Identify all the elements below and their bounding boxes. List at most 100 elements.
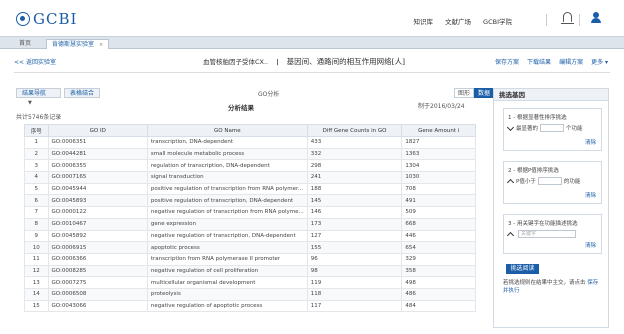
table-row[interactable]: 4 GO:0007165 signal transduction 241 1030 xyxy=(24,171,476,184)
result-nav-dropdown[interactable]: 结果导航 ▼ xyxy=(16,88,61,106)
table-row[interactable]: 10 GO:0006915 apoptotic process 155 654 xyxy=(24,241,476,254)
gcbi-logo[interactable]: GCBI xyxy=(16,10,77,28)
clear-filter-2-link[interactable]: 清除 xyxy=(585,191,596,199)
cell-diff-gene-count: 298 xyxy=(306,159,403,173)
results-table-button[interactable]: 表格结合 xyxy=(64,88,101,98)
keyword-input[interactable]: 关键字 xyxy=(518,230,576,238)
cell-go-name: small molecule metabolic process xyxy=(146,147,308,161)
cell-diff-gene-count: 173 xyxy=(306,217,403,231)
col-header-go-id[interactable]: GO ID xyxy=(47,124,148,137)
top-n-input[interactable] xyxy=(540,124,565,132)
cell-go-id: GO:0007275 xyxy=(47,276,148,289)
table-row[interactable]: 1 GO:0006351 transcription, DNA-dependent 4… xyxy=(24,136,476,149)
col-header-gene-amount[interactable]: Gene Amount i xyxy=(401,124,476,137)
nav-gcbi-academy[interactable]: GCBI学院 xyxy=(483,16,512,26)
col-header-index[interactable]: 序号 xyxy=(24,124,49,137)
table-row[interactable]: 9 GO:0045892 negative regulation of transc… xyxy=(24,229,476,243)
filter-3-title: 3 - 用关键字在功能描述挑选 xyxy=(508,221,578,227)
cell-go-id: GO:0006355 xyxy=(47,159,148,173)
cell-index: 5 xyxy=(24,182,49,196)
cell-go-name: regulation of transcription, DNA-depende… xyxy=(146,159,308,173)
gene-filter-panel: 挑选基因 1 - 根据显著性排序挑选 最显著的 个功能 清除 2 - 根据P值排… xyxy=(493,88,609,328)
back-to-lab-link[interactable]: << 返回实验室 xyxy=(14,57,56,66)
made-date: 制于2016/03/24 xyxy=(418,103,465,110)
logo-icon xyxy=(16,12,30,26)
table-row[interactable]: 13 GO:0007275 multicellular organismal dev… xyxy=(24,276,476,289)
filter-1-suffix: 个功能 xyxy=(566,126,583,132)
cell-index: 2 xyxy=(24,147,49,161)
cell-index: 6 xyxy=(24,194,49,208)
title-separator: | xyxy=(276,58,279,66)
cell-go-name: transcription from RNA polymerase II pro… xyxy=(146,252,308,266)
clear-filter-3-link[interactable]: 清除 xyxy=(585,241,596,249)
cell-diff-gene-count: 145 xyxy=(306,194,403,208)
result-nav-label: 结果导航 xyxy=(22,90,47,97)
table-row[interactable]: 11 GO:0006366 transcription from RNA polym… xyxy=(24,252,476,266)
edit-plan-link[interactable]: 编辑方案 xyxy=(559,57,583,66)
table-row[interactable]: 3 GO:0006355 regulation of transcription, … xyxy=(24,159,476,173)
cell-go-name: positive regulation of transcription fro… xyxy=(146,182,308,196)
filter-hint: 若挑选规则在结果中主交，请点击 保存并执行 xyxy=(503,279,603,295)
chart-view-button[interactable]: 图形 xyxy=(454,88,475,98)
table-row[interactable]: 14 GO:0006508 proteolysis 118 486 xyxy=(24,287,476,301)
cell-go-name: gene expression xyxy=(146,217,308,231)
cell-go-name: multicellular organismal development xyxy=(146,276,308,289)
table-row[interactable]: 7 GO:0000122 negative regulation of transc… xyxy=(24,206,476,219)
data-view-button[interactable]: 数据 xyxy=(474,88,495,98)
filter-by-pvalue: 2 - 根据P值排序挑选 P值小于 的功能 清除 xyxy=(503,161,602,204)
table-body: 1 GO:0006351 transcription, DNA-dependent 4… xyxy=(24,136,476,313)
user-icon[interactable] xyxy=(590,12,602,24)
cell-diff-gene-count: 119 xyxy=(306,276,403,289)
result-controls: 结果导航 ▼ 表格结合 xyxy=(16,88,103,106)
filter-by-significance: 1 - 根据显著性排序挑选 最显著的 个功能 清除 xyxy=(503,108,602,151)
action-links: 保存方案 下载结果 编辑方案 更多 ▾ xyxy=(495,57,608,66)
cell-go-id: GO:0007165 xyxy=(47,171,148,184)
table-header-row: 序号 GO ID GO Name Diff Gene Counts in GO … xyxy=(24,124,476,137)
table-row[interactable]: 5 GO:0045944 positive regulation of transc… xyxy=(24,182,476,196)
chevron-up-icon[interactable] xyxy=(506,231,515,239)
download-results-link[interactable]: 下载结果 xyxy=(527,57,551,66)
cell-diff-gene-count: 127 xyxy=(306,229,403,243)
cell-go-id: GO:0045944 xyxy=(47,182,148,196)
table-row[interactable]: 2 GO:0044281 small molecule metabolic proc… xyxy=(24,147,476,161)
cell-diff-gene-count: 433 xyxy=(306,136,403,149)
page-title: 血管核舶因子受体CX.. | 基因间、通路间的相互作用网络[人] xyxy=(203,56,405,67)
nav-literature-square[interactable]: 文献广场 xyxy=(445,16,471,26)
tab-lab[interactable]: 肯德斯慧实验室 × xyxy=(46,39,110,49)
table-row[interactable]: 15 GO:0043066 negative regulation of apopt… xyxy=(24,299,476,313)
chevron-up-icon[interactable] xyxy=(506,178,515,186)
top-bar: GCBI 知识库 文献广场 GCBI学院 xyxy=(0,0,624,36)
table-row[interactable]: 8 GO:0010467 gene expression 173 668 xyxy=(24,217,476,231)
clear-filter-1-link[interactable]: 清除 xyxy=(585,138,596,146)
filter-submit-button[interactable]: 挑选阅读 xyxy=(506,264,539,274)
cell-go-name: negative regulation of transcription fro… xyxy=(146,206,308,219)
cell-index: 13 xyxy=(24,276,49,289)
tab-home[interactable]: 首页 xyxy=(14,39,36,49)
cell-index: 15 xyxy=(24,299,49,313)
nav-knowledge-base[interactable]: 知识库 xyxy=(414,16,434,26)
divider xyxy=(579,14,580,26)
filter-2-suffix: 的功能 xyxy=(563,179,581,185)
col-header-diff-gene-counts[interactable]: Diff Gene Counts in GO xyxy=(306,124,403,137)
cell-index: 7 xyxy=(24,206,49,219)
close-icon[interactable]: × xyxy=(99,42,103,48)
cell-go-name: signal transduction xyxy=(146,171,308,184)
save-plan-link[interactable]: 保存方案 xyxy=(495,57,519,66)
cell-index: 4 xyxy=(24,171,49,184)
cell-go-id: GO:0006351 xyxy=(47,136,148,149)
cell-gene-amount: 509 xyxy=(401,206,476,219)
cell-gene-amount: 491 xyxy=(401,194,476,208)
cell-go-name: positive regulation of transcription, DN… xyxy=(146,194,308,208)
col-header-go-name[interactable]: GO Name xyxy=(146,124,308,137)
chevron-down-icon[interactable] xyxy=(506,123,515,131)
cell-gene-amount: 1827 xyxy=(401,136,476,149)
cell-go-id: GO:0008285 xyxy=(47,264,148,278)
table-row[interactable]: 6 GO:0045893 positive regulation of transc… xyxy=(24,194,476,208)
cell-gene-amount: 484 xyxy=(401,299,476,313)
cell-diff-gene-count: 96 xyxy=(306,252,403,266)
pvalue-input[interactable] xyxy=(537,177,562,185)
bell-icon[interactable] xyxy=(561,12,574,24)
cell-go-id: GO:0006508 xyxy=(47,287,148,301)
more-menu[interactable]: 更多 ▾ xyxy=(591,57,608,66)
table-row[interactable]: 12 GO:0008285 negative regulation of cell … xyxy=(24,264,476,278)
